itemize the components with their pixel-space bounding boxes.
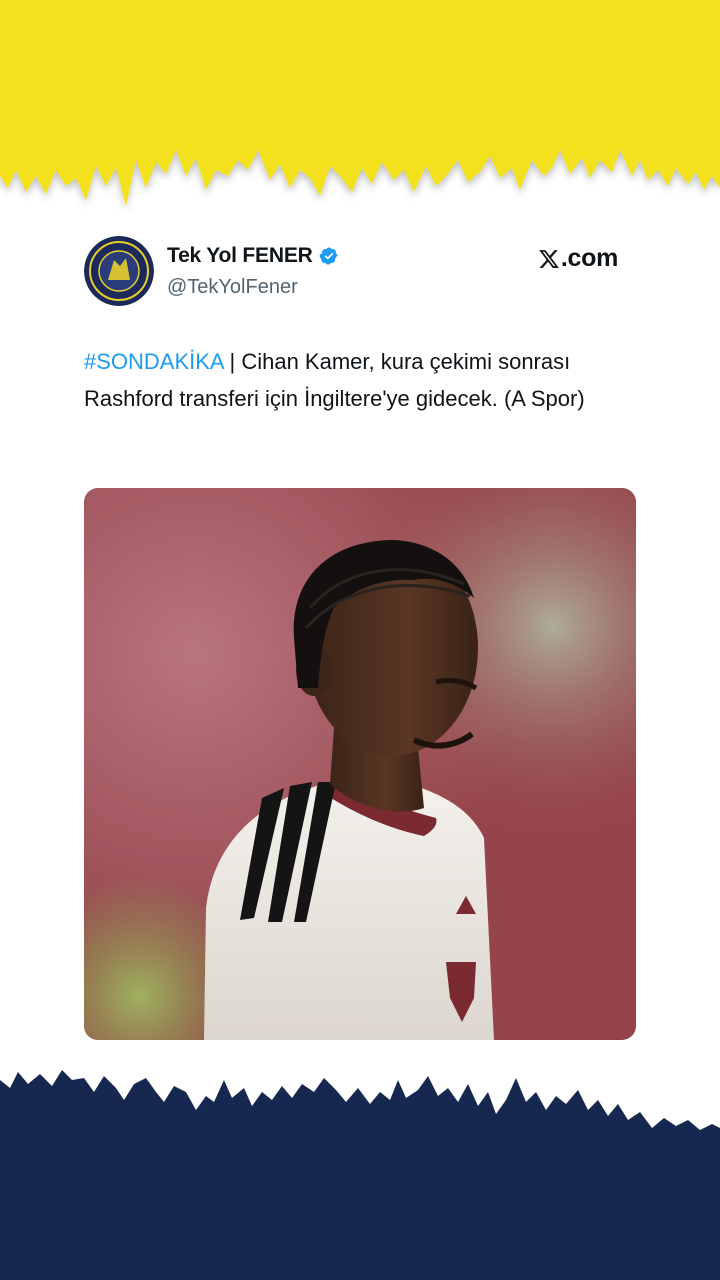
x-logo-icon bbox=[538, 248, 560, 270]
tweet-header: Tek Yol FENER @TekYolFener .com bbox=[84, 236, 636, 308]
top-torn-banner bbox=[0, 0, 720, 206]
brand-text: .com bbox=[560, 244, 618, 272]
bottom-torn-banner bbox=[0, 1070, 720, 1280]
club-logo-icon bbox=[84, 236, 154, 306]
player-photo bbox=[84, 488, 636, 1040]
tweet-text: #SONDAKİKA | Cihan Kamer, kura çekimi so… bbox=[84, 343, 624, 417]
tweet-photo[interactable] bbox=[84, 488, 636, 1040]
user-handle[interactable]: @TekYolFener bbox=[167, 276, 298, 299]
display-name[interactable]: Tek Yol FENER bbox=[167, 244, 313, 268]
x-brand-logo: .com bbox=[538, 244, 618, 273]
avatar[interactable] bbox=[84, 236, 154, 306]
hashtag-link[interactable]: #SONDAKİKA bbox=[84, 349, 223, 374]
verified-badge-icon bbox=[319, 246, 339, 266]
